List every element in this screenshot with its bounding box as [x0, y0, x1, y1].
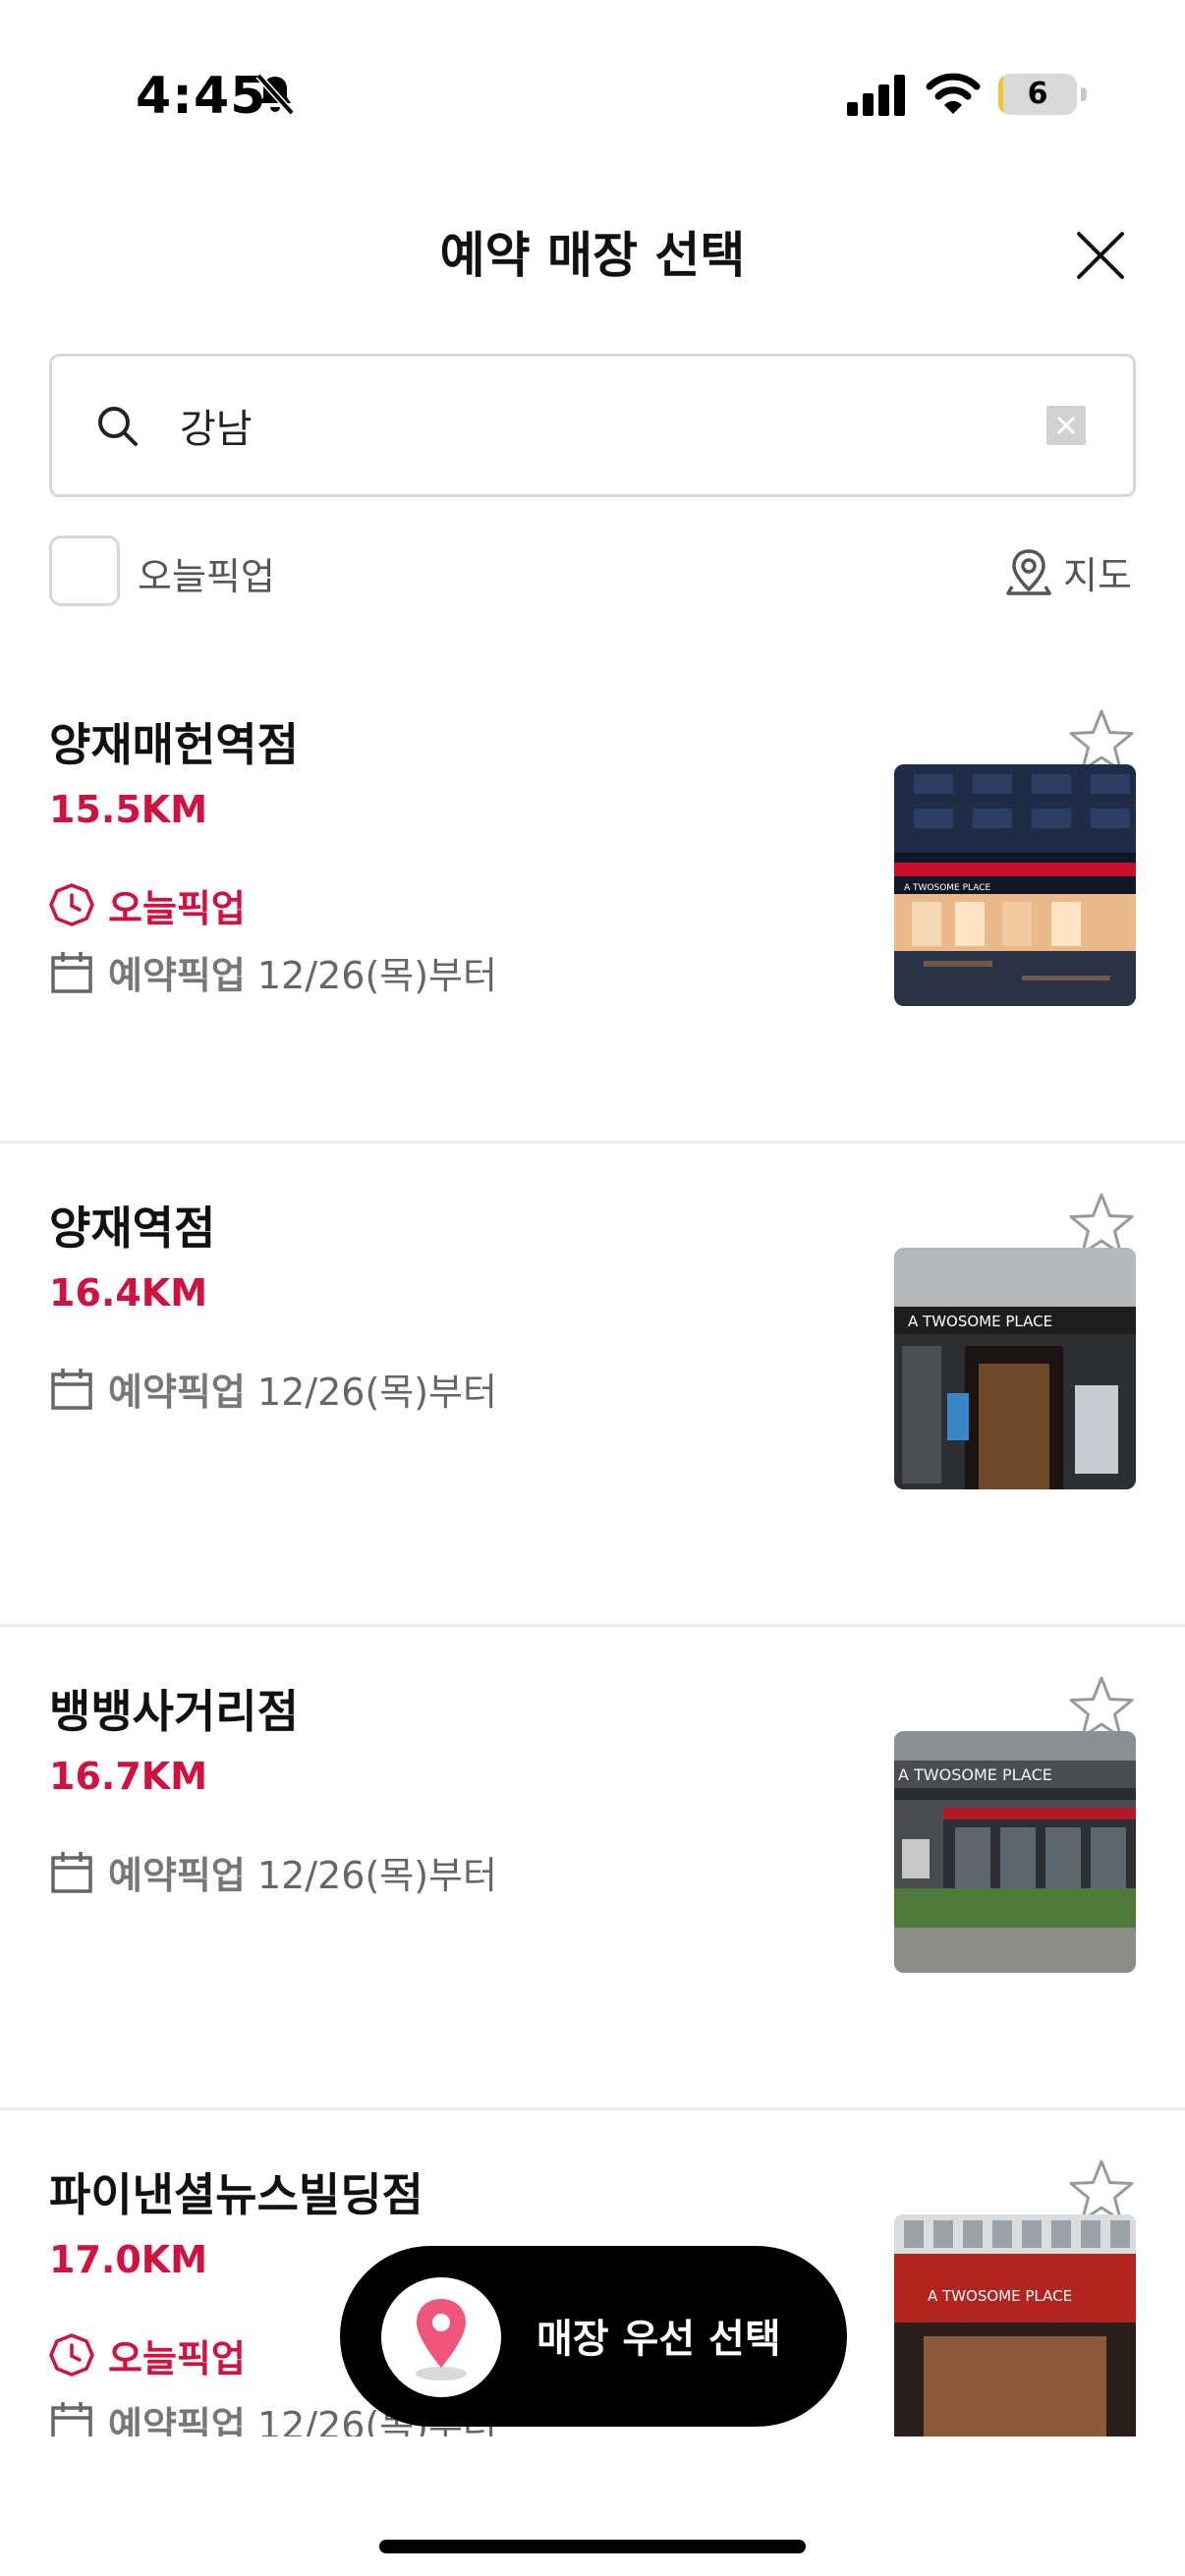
status-time: 4:45 [136, 67, 267, 126]
calendar-icon [51, 952, 92, 993]
store-priority-label: 매장 우선 선택 [536, 2317, 781, 2362]
today-pickup-text: 오늘픽업 [108, 887, 246, 930]
today-pickup-label[interactable]: 오늘픽업 [138, 546, 275, 600]
pin-badge [381, 2277, 501, 2397]
reserve-pickup-date: 12/26(목)부터 [256, 1371, 497, 1414]
store-distance: 15.5KM [49, 788, 208, 831]
store-photo-sign: A TWOSOME PLACE [908, 1313, 1052, 1330]
reserve-pickup-label: 예약픽업 [108, 1371, 246, 1414]
reserve-pickup-text: 예약픽업 12/26(목)부터 [108, 945, 497, 999]
search-icon [98, 407, 138, 446]
close-icon[interactable] [1073, 228, 1128, 283]
store-priority-button[interactable]: 매장 우선 선택 [340, 2246, 847, 2427]
store-item[interactable]: 양재매헌역점 15.5KM 오늘픽업 예약픽업 12/26(목)부터 A TWO… [0, 660, 1185, 1144]
map-pin-icon [1006, 549, 1051, 595]
store-item[interactable]: 뱅뱅사거리점 16.7KM 예약픽업 12/26(목)부터 A TWOSOME … [0, 1627, 1185, 2110]
store-name: 양재역점 [49, 1202, 216, 1255]
clock-icon [49, 883, 94, 926]
map-button[interactable]: 지도 [1006, 543, 1144, 602]
store-name: 뱅뱅사거리점 [49, 1685, 299, 1738]
clock-icon [49, 2333, 94, 2377]
reserve-pickup-text: 예약픽업 12/26(목)부터 [108, 1845, 497, 1899]
store-name: 양재매헌역점 [49, 718, 299, 771]
search-input[interactable] [180, 386, 1025, 465]
reserve-pickup-date: 12/26(목)부터 [256, 1854, 497, 1897]
store-photo-sign: A TWOSOME PLACE [928, 2287, 1072, 2305]
wifi-icon [926, 73, 981, 114]
signal-icon [847, 75, 905, 116]
bottom-safe-area [0, 2436, 1185, 2576]
battery-indicator: 6 [998, 74, 1077, 115]
reserve-pickup-date: 12/26(목)부터 [256, 954, 497, 997]
store-name: 파이낸셜뉴스빌딩점 [49, 2168, 423, 2221]
store-distance: 17.0KM [49, 2238, 208, 2281]
map-label: 지도 [1063, 554, 1132, 597]
calendar-icon [51, 1852, 92, 1893]
reserve-pickup-label: 예약픽업 [108, 954, 246, 997]
reserve-pickup-label: 예약픽업 [108, 1854, 246, 1897]
search-box[interactable] [49, 354, 1136, 497]
clear-icon [1056, 416, 1076, 435]
store-distance: 16.4KM [49, 1271, 208, 1315]
store-photo-sign: A TWOSOME PLACE [898, 1765, 1052, 1784]
reserve-pickup-text: 예약픽업 12/26(목)부터 [108, 1362, 497, 1416]
home-indicator [379, 2540, 806, 2553]
store-photo[interactable]: A TWOSOME PLACE [894, 2214, 1136, 2456]
battery-level: 6 [1027, 77, 1048, 111]
location-pin-icon [416, 2299, 467, 2380]
store-photo[interactable]: A TWOSOME PLACE [894, 1731, 1136, 1973]
store-distance: 16.7KM [49, 1755, 208, 1798]
store-photo[interactable]: A TWOSOME PLACE [894, 764, 1136, 1006]
store-photo-sign: A TWOSOME PLACE [904, 883, 991, 893]
store-item[interactable]: 양재역점 16.4KM 예약픽업 12/26(목)부터 A TWOSOME PL… [0, 1144, 1185, 1627]
store-photo[interactable]: A TWOSOME PLACE [894, 1248, 1136, 1489]
calendar-icon [51, 1369, 92, 1410]
page-title: 예약 매장 선택 [439, 227, 746, 284]
clear-search-button[interactable] [1046, 406, 1086, 445]
bell-slash-icon [255, 73, 295, 116]
status-bar: 4:45 6 [0, 0, 1185, 196]
today-pickup-checkbox[interactable] [49, 535, 120, 606]
today-pickup-text: 오늘픽업 [108, 2337, 246, 2380]
battery-nub [1081, 87, 1087, 101]
